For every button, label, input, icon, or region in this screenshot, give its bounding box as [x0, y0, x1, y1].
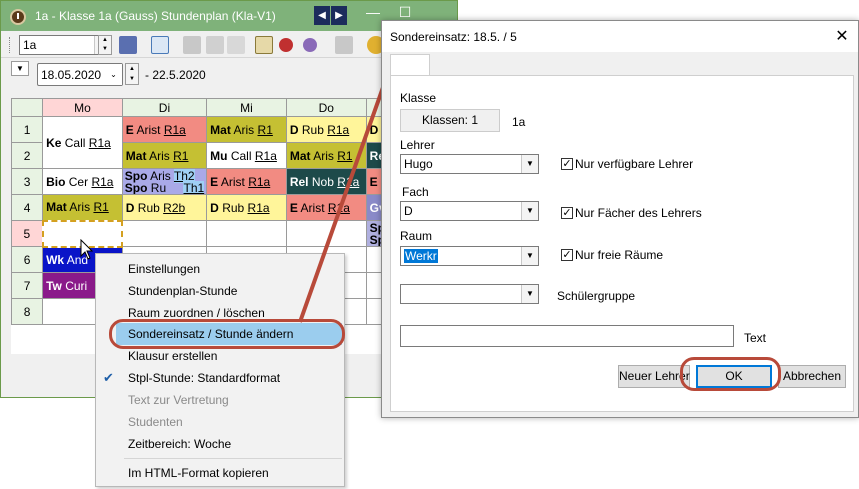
- fach-checkbox[interactable]: ✓: [561, 207, 573, 219]
- lehrer-checkbox[interactable]: ✓: [561, 158, 573, 170]
- raum-check-label: Nur freie Räume: [575, 248, 664, 262]
- chevron-down-icon[interactable]: ▼: [521, 247, 538, 265]
- raum-select[interactable]: Werkr ▼: [400, 246, 539, 266]
- lehrer-value: Hugo: [404, 157, 433, 171]
- schuelergruppe-select[interactable]: ▼: [400, 284, 539, 304]
- raum-label: Raum: [400, 229, 433, 243]
- lehrer-label: Lehrer: [400, 138, 435, 152]
- fach-check-label: Nur Fächer des Lehrers: [575, 206, 702, 220]
- chevron-down-icon[interactable]: ▼: [521, 155, 538, 173]
- fach-select[interactable]: D ▼: [400, 201, 539, 221]
- schuelergruppe-label: Schülergruppe: [557, 289, 636, 303]
- klassen-button[interactable]: Klassen: 1: [400, 109, 500, 132]
- chevron-down-icon[interactable]: ▼: [521, 285, 538, 303]
- close-icon[interactable]: ✕: [832, 26, 852, 46]
- text-input[interactable]: [400, 325, 734, 347]
- lehrer-check-label: Nur verfügbare Lehrer: [575, 157, 694, 171]
- raum-checkbox[interactable]: ✓: [561, 249, 573, 261]
- dialog-title: Sondereinsatz: 18.5. / 5: [390, 30, 517, 44]
- raum-value: Werkr: [404, 249, 438, 263]
- klasse-label: Klasse: [400, 91, 437, 105]
- klassen-value: 1a: [512, 115, 526, 129]
- sondereinsatz-dialog: Sondereinsatz: 18.5. / 5 ✕ Klasse Klasse…: [381, 20, 859, 418]
- fach-label: Fach: [402, 185, 429, 199]
- raum-value-wrap: Werkr: [404, 249, 438, 263]
- fach-value: D: [404, 204, 413, 218]
- annotation-ring-ok: [680, 357, 781, 391]
- text-label: Text: [744, 331, 767, 345]
- lehrer-select[interactable]: Hugo ▼: [400, 154, 539, 174]
- chevron-down-icon[interactable]: ▼: [521, 202, 538, 220]
- cancel-button[interactable]: Abbrechen: [778, 365, 846, 388]
- dialog-titlebar[interactable]: Sondereinsatz: 18.5. / 5 ✕: [382, 21, 858, 52]
- dialog-panel: Klasse Klassen: 1 1a Lehrer Hugo ▼ ✓ Nur…: [390, 75, 854, 412]
- dialog-tab[interactable]: [390, 54, 430, 76]
